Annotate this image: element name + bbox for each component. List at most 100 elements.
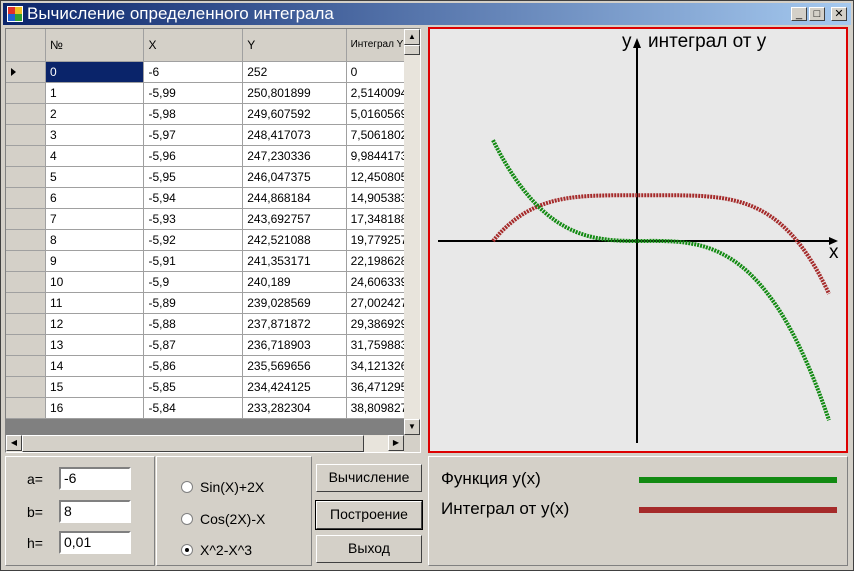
column-header-number[interactable]: № bbox=[45, 29, 145, 62]
minimize-button[interactable]: _ bbox=[791, 7, 807, 21]
cell-number[interactable]: 0 bbox=[45, 61, 145, 83]
scroll-up-arrow-icon[interactable]: ▲ bbox=[404, 29, 420, 45]
exit-button[interactable]: Выход bbox=[316, 535, 422, 563]
radio-button-icon[interactable] bbox=[181, 481, 193, 493]
maximize-button[interactable]: □ bbox=[809, 7, 825, 21]
table-row[interactable]: 11 -5,89 239,028569 27,0024279 bbox=[6, 292, 420, 314]
table-row[interactable]: 3 -5,97 248,417073 7,50618027 bbox=[6, 124, 420, 146]
cell-y[interactable]: 247,230336 bbox=[242, 145, 347, 167]
h-input[interactable]: 0,01 bbox=[59, 531, 131, 554]
cell-y[interactable]: 240,189 bbox=[242, 271, 347, 293]
cell-number[interactable]: 6 bbox=[45, 187, 145, 209]
table-row[interactable]: 13 -5,87 236,718903 31,7598830 bbox=[6, 334, 420, 356]
cell-y[interactable]: 234,424125 bbox=[242, 376, 347, 398]
cell-number[interactable]: 15 bbox=[45, 376, 145, 398]
cell-number[interactable]: 13 bbox=[45, 334, 145, 356]
cell-x[interactable]: -6 bbox=[143, 61, 244, 83]
cell-x[interactable]: -5,99 bbox=[143, 82, 244, 104]
cell-y[interactable]: 250,801899 bbox=[242, 82, 347, 104]
table-row[interactable]: 7 -5,93 243,692757 17,3481883 bbox=[6, 208, 420, 230]
row-header[interactable] bbox=[6, 271, 46, 293]
cell-number[interactable]: 8 bbox=[45, 229, 145, 251]
cell-number[interactable]: 9 bbox=[45, 250, 145, 272]
table-row[interactable]: 16 -5,84 233,282304 38,8098279 bbox=[6, 397, 420, 419]
table-row[interactable]: 5 -5,95 246,047375 12,4508058 bbox=[6, 166, 420, 188]
cell-y[interactable]: 244,868184 bbox=[242, 187, 347, 209]
radio-button-icon[interactable] bbox=[181, 544, 193, 556]
cell-x[interactable]: -5,87 bbox=[143, 334, 244, 356]
row-header[interactable] bbox=[6, 61, 46, 83]
cell-number[interactable]: 7 bbox=[45, 208, 145, 230]
cell-y[interactable]: 239,028569 bbox=[242, 292, 347, 314]
cell-y[interactable]: 236,718903 bbox=[242, 334, 347, 356]
row-header[interactable] bbox=[6, 355, 46, 377]
row-header[interactable] bbox=[6, 376, 46, 398]
cell-number[interactable]: 10 bbox=[45, 271, 145, 293]
scroll-right-arrow-icon[interactable]: ▶ bbox=[388, 435, 404, 451]
table-row[interactable]: 8 -5,92 242,521088 19,7792570 bbox=[6, 229, 420, 251]
table-row[interactable]: 10 -5,9 240,189 24,6063397 bbox=[6, 271, 420, 293]
b-input[interactable]: 8 bbox=[59, 500, 131, 523]
table-row[interactable]: 1 -5,99 250,801899 2,51400949 bbox=[6, 82, 420, 104]
cell-number[interactable]: 14 bbox=[45, 355, 145, 377]
column-header-x[interactable]: X bbox=[143, 29, 244, 62]
cell-x[interactable]: -5,94 bbox=[143, 187, 244, 209]
cell-y[interactable]: 242,521088 bbox=[242, 229, 347, 251]
table-row[interactable]: 2 -5,98 249,607592 5,01605695 bbox=[6, 103, 420, 125]
cell-number[interactable]: 5 bbox=[45, 166, 145, 188]
close-button[interactable]: ✕ bbox=[831, 7, 847, 21]
cell-y[interactable]: 252 bbox=[242, 61, 347, 83]
cell-number[interactable]: 3 bbox=[45, 124, 145, 146]
vertical-scroll-thumb[interactable] bbox=[404, 45, 420, 55]
table-row[interactable]: 4 -5,96 247,230336 9,98441732 bbox=[6, 145, 420, 167]
row-header[interactable] bbox=[6, 229, 46, 251]
column-header-y[interactable]: Y bbox=[242, 29, 347, 62]
table-row[interactable]: 12 -5,88 237,871872 29,3869298 bbox=[6, 313, 420, 335]
row-header[interactable] bbox=[6, 250, 46, 272]
horizontal-scroll-thumb[interactable] bbox=[22, 435, 364, 452]
cell-y[interactable]: 243,692757 bbox=[242, 208, 347, 230]
cell-x[interactable]: -5,93 bbox=[143, 208, 244, 230]
grid-horizontal-scrollbar[interactable]: ◀ ▶ bbox=[6, 435, 404, 452]
row-header[interactable] bbox=[6, 145, 46, 167]
cell-x[interactable]: -5,98 bbox=[143, 103, 244, 125]
radio-button-icon[interactable] bbox=[181, 513, 193, 525]
cell-y[interactable]: 249,607592 bbox=[242, 103, 347, 125]
row-header[interactable] bbox=[6, 103, 46, 125]
cell-x[interactable]: -5,95 bbox=[143, 166, 244, 188]
cell-number[interactable]: 4 bbox=[45, 145, 145, 167]
cell-number[interactable]: 11 bbox=[45, 292, 145, 314]
row-header[interactable] bbox=[6, 397, 46, 419]
cell-x[interactable]: -5,85 bbox=[143, 376, 244, 398]
cell-number[interactable]: 16 bbox=[45, 397, 145, 419]
cell-x[interactable]: -5,92 bbox=[143, 229, 244, 251]
row-header[interactable] bbox=[6, 334, 46, 356]
grid-vertical-scrollbar[interactable]: ▲ ▼ bbox=[404, 29, 420, 435]
cell-x[interactable]: -5,86 bbox=[143, 355, 244, 377]
row-header[interactable] bbox=[6, 82, 46, 104]
cell-x[interactable]: -5,89 bbox=[143, 292, 244, 314]
row-header[interactable] bbox=[6, 124, 46, 146]
cell-number[interactable]: 1 bbox=[45, 82, 145, 104]
cell-x[interactable]: -5,96 bbox=[143, 145, 244, 167]
row-header[interactable] bbox=[6, 208, 46, 230]
cell-y[interactable]: 241,353171 bbox=[242, 250, 347, 272]
row-header[interactable] bbox=[6, 187, 46, 209]
cell-x[interactable]: -5,84 bbox=[143, 397, 244, 419]
a-input[interactable]: -6 bbox=[59, 467, 131, 490]
row-header[interactable] bbox=[6, 292, 46, 314]
cell-x[interactable]: -5,88 bbox=[143, 313, 244, 335]
table-row[interactable]: 15 -5,85 234,424125 36,4712953 bbox=[6, 376, 420, 398]
table-row[interactable]: 6 -5,94 244,868184 14,9053830 bbox=[6, 187, 420, 209]
cell-y[interactable]: 248,417073 bbox=[242, 124, 347, 146]
table-row[interactable]: 0 -6 252 0 bbox=[6, 61, 420, 83]
scroll-left-arrow-icon[interactable]: ◀ bbox=[6, 435, 22, 451]
row-header[interactable] bbox=[6, 166, 46, 188]
plot-button[interactable]: Построение bbox=[315, 500, 423, 530]
title-bar[interactable]: Вычисление определенного интеграла _ □ ✕ bbox=[3, 3, 851, 25]
table-row[interactable]: 14 -5,86 235,569656 34,1213264 bbox=[6, 355, 420, 377]
data-grid[interactable]: № X Y Интеграл Y 0 -6 252 0 1 -5,99 250,801899… bbox=[5, 28, 421, 453]
cell-y[interactable]: 233,282304 bbox=[242, 397, 347, 419]
cell-number[interactable]: 2 bbox=[45, 103, 145, 125]
cell-y[interactable]: 246,047375 bbox=[242, 166, 347, 188]
